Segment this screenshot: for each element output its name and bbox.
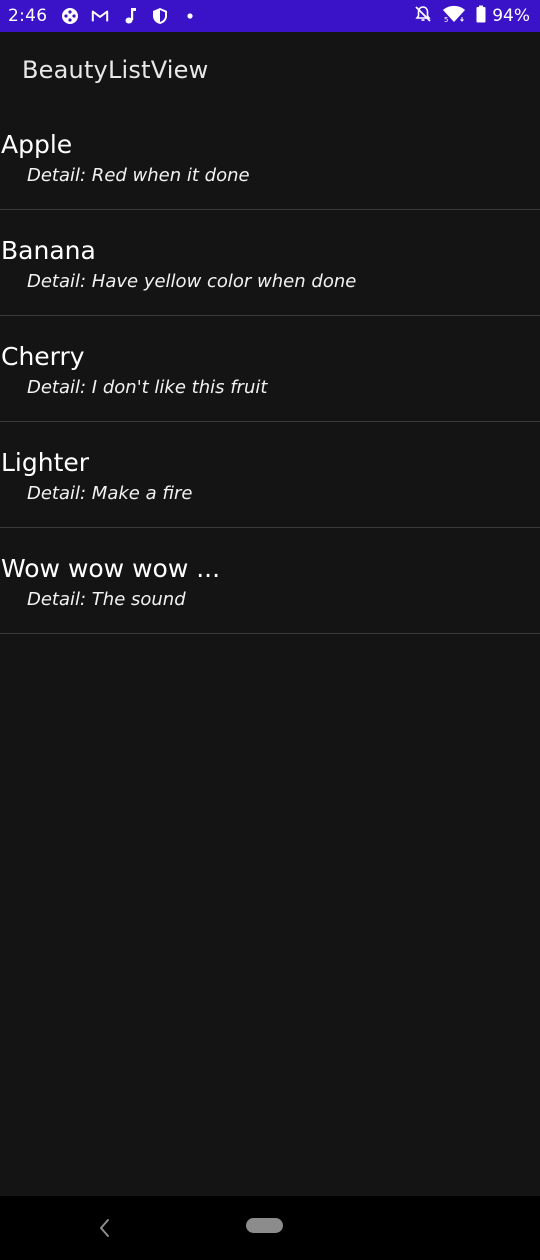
gmail-icon: [91, 7, 109, 25]
svg-text:5: 5: [444, 16, 448, 23]
list-item-detail: Detail: Make a fire: [27, 483, 193, 504]
list-item[interactable]: Cherry Detail: I don't like this fruit: [0, 316, 540, 422]
bell-off-icon: [414, 5, 432, 27]
dot-icon: [181, 7, 199, 25]
list-item-title: Banana: [1, 236, 96, 265]
app-bar: BeautyListView: [0, 32, 540, 108]
list-item[interactable]: Banana Detail: Have yellow color when do…: [0, 210, 540, 316]
list-item-title: Lighter: [1, 448, 90, 477]
navigation-bar: [0, 1196, 540, 1260]
list-item[interactable]: Wow wow wow ... Detail: The sound: [0, 528, 540, 634]
status-time: 2:46: [8, 6, 48, 26]
list-item-detail: Detail: I don't like this fruit: [27, 377, 268, 398]
battery-icon: [476, 5, 486, 27]
list-item-title: Wow wow wow ...: [1, 554, 221, 583]
list-item-detail: Detail: The sound: [27, 589, 186, 610]
list-item-title: Apple: [1, 130, 73, 159]
list-item-detail: Detail: Red when it done: [27, 165, 250, 186]
battery-percentage: 94%: [492, 6, 530, 26]
status-bar: 2:46 5 94%: [0, 0, 540, 32]
wifi-icon: 5: [442, 5, 466, 27]
home-pill-icon[interactable]: [246, 1218, 283, 1233]
list-item-detail: Detail: Have yellow color when done: [27, 271, 357, 292]
shield-icon: [151, 7, 169, 25]
status-notification-icons: [61, 7, 199, 25]
list-item[interactable]: Lighter Detail: Make a fire: [0, 422, 540, 528]
list-item-title: Cherry: [1, 342, 85, 371]
back-icon[interactable]: [95, 1216, 115, 1240]
item-list: Apple Detail: Red when it done Banana De…: [0, 104, 540, 634]
game-controller-icon: [61, 7, 79, 25]
status-system-icons: 5 94%: [414, 5, 530, 27]
app-title: BeautyListView: [22, 56, 209, 84]
music-note-icon: [121, 7, 139, 25]
list-item[interactable]: Apple Detail: Red when it done: [0, 104, 540, 210]
